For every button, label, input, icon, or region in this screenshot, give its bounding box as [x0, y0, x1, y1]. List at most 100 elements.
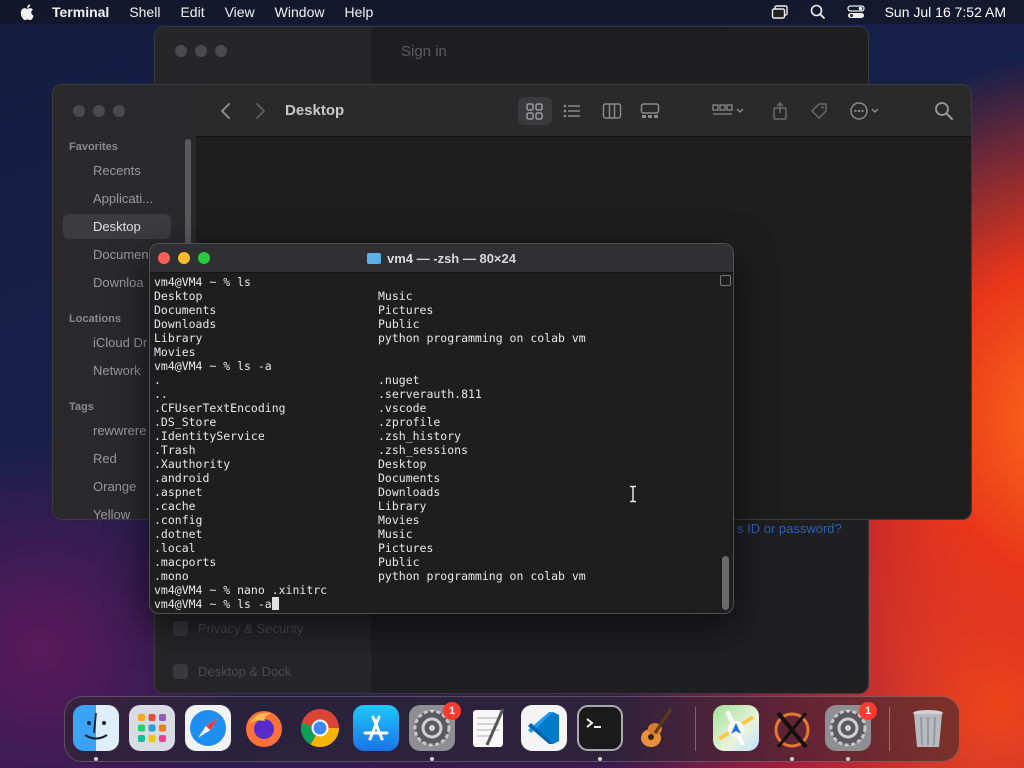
dock-running-indicator: [846, 757, 850, 761]
terminal-line: . .nuget: [154, 373, 719, 387]
dock-finder[interactable]: [73, 705, 119, 751]
settings-zoom-button[interactable]: [215, 45, 227, 57]
settings-row-desktop-dock[interactable]: Desktop & Dock: [173, 664, 291, 679]
dock-system-settings-2[interactable]: 1: [825, 702, 877, 751]
dock-chrome[interactable]: [297, 705, 343, 751]
screen-mirroring-icon[interactable]: [771, 4, 789, 20]
terminal-cursor: [271, 597, 279, 610]
terminal-line-column-2: .nuget: [378, 373, 420, 387]
terminal-icon: [586, 718, 601, 728]
tag-icon[interactable]: [809, 101, 829, 121]
sidebar-item-applications[interactable]: Applicati...: [93, 191, 153, 206]
sidebar-scrollbar[interactable]: [185, 139, 191, 259]
icon-view-icon[interactable]: [525, 101, 545, 121]
dock-running-indicator: [430, 757, 434, 761]
finder-zoom-button[interactable]: [113, 105, 125, 117]
dock-firefox[interactable]: [241, 705, 287, 751]
dock-xquartz[interactable]: [769, 705, 815, 751]
terminal-scroll-button[interactable]: [720, 275, 731, 286]
dock-textedit[interactable]: [465, 705, 511, 751]
sidebar-tag-rewwrere[interactable]: rewwrere: [93, 423, 146, 438]
terminal-line-text: .IdentityService: [154, 429, 265, 443]
terminal-line-column-2: python programming on colab vm: [378, 331, 586, 345]
terminal-line-text: .aspnet: [154, 485, 203, 499]
back-chevron-icon[interactable]: [216, 101, 236, 121]
dock-launchpad[interactable]: [129, 705, 175, 751]
terminal-line: .config Movies: [154, 513, 719, 527]
dock-trash[interactable]: [905, 705, 951, 751]
sidebar-tag-yellow[interactable]: Yellow: [93, 507, 130, 519]
apple-menu-icon[interactable]: [20, 4, 34, 20]
menu-view[interactable]: View: [225, 4, 255, 20]
menu-edit[interactable]: Edit: [180, 4, 204, 20]
settings-close-button[interactable]: [175, 45, 187, 57]
sidebar-item-desktop[interactable]: Desktop: [93, 219, 141, 234]
forgot-password-link[interactable]: s ID or password?: [737, 521, 842, 536]
terminal-line-column-2: .zsh_sessions: [378, 443, 469, 457]
terminal-line-text: .: [154, 373, 161, 387]
sidebar-item-downloads[interactable]: Downloa: [93, 275, 144, 290]
dock-app-store[interactable]: [353, 705, 399, 751]
control-center-icon[interactable]: [846, 4, 865, 20]
terminal-line-column-2: Music: [378, 289, 413, 303]
terminal-current-command: vm4@VM4 ~ % ls -a: [154, 597, 272, 611]
gallery-view-icon[interactable]: [640, 101, 660, 121]
sidebar-item-icloud[interactable]: iCloud Dr: [93, 335, 147, 350]
terminal-line-column-2: .vscode: [378, 401, 427, 415]
terminal-line: .DS_Store .zprofile: [154, 415, 719, 429]
settings-minimize-button[interactable]: [195, 45, 207, 57]
finder-minimize-button[interactable]: [93, 105, 105, 117]
terminal-scrollbar-thumb[interactable]: [722, 556, 729, 610]
terminal-line-text: ..: [154, 387, 168, 401]
terminal-line-text: .Trash: [154, 443, 196, 457]
column-view-icon[interactable]: [602, 101, 622, 121]
menu-window[interactable]: Window: [275, 4, 325, 20]
settings-signin-label[interactable]: Sign in: [401, 43, 447, 60]
terminal-line-text: .local: [154, 541, 196, 555]
settings-row-privacy[interactable]: Privacy & Security: [173, 621, 303, 636]
notification-badge: 1: [443, 702, 461, 720]
group-by-icon[interactable]: [712, 101, 746, 121]
share-icon[interactable]: [770, 101, 790, 121]
terminal-prompt-line[interactable]: vm4@VM4 ~ % ls -a: [154, 597, 719, 611]
sidebar-item-documents[interactable]: Documen: [93, 247, 149, 262]
forward-chevron-icon[interactable]: [250, 101, 270, 121]
terminal-line: .Trash .zsh_sessions: [154, 443, 719, 457]
finder-window-title: Desktop: [285, 102, 345, 119]
sidebar-header-favorites: Favorites: [69, 141, 118, 153]
terminal-output[interactable]: vm4@VM4 ~ % ls Desktop Music Documents Pictu…: [154, 275, 719, 611]
terminal-line-text: vm4@VM4 ~ % ls: [154, 275, 251, 289]
sidebar-item-recents[interactable]: Recents: [93, 163, 141, 178]
terminal-line-text: vm4@VM4 ~ % nano .xinitrc: [154, 583, 328, 597]
terminal-window[interactable]: vm4 — -zsh — 80×24 vm4@VM4 ~ % ls Desktop…: [149, 243, 734, 614]
finder-close-button[interactable]: [73, 105, 85, 117]
list-view-icon[interactable]: [562, 101, 582, 121]
dock-system-settings[interactable]: 1: [409, 702, 461, 751]
dock-terminal[interactable]: [577, 705, 623, 751]
dock-safari[interactable]: [185, 705, 231, 751]
terminal-line-text: .cache: [154, 499, 196, 513]
sidebar-item-network[interactable]: Network: [93, 363, 141, 378]
sidebar-tag-orange[interactable]: Orange: [93, 479, 136, 494]
dock-running-indicator: [598, 757, 602, 761]
menu-help[interactable]: Help: [344, 4, 373, 20]
menu-app-name[interactable]: Terminal: [52, 4, 109, 20]
terminal-line: vm4@VM4 ~ % nano .xinitrc: [154, 583, 719, 597]
terminal-line: Downloads Public: [154, 317, 719, 331]
terminal-line-text: .config: [154, 513, 203, 527]
dock-maps[interactable]: [713, 705, 759, 751]
spotlight-search-icon[interactable]: [809, 4, 827, 20]
terminal-titlebar[interactable]: vm4 — -zsh — 80×24: [150, 244, 733, 273]
dock-vscode[interactable]: [521, 705, 567, 751]
menu-shell[interactable]: Shell: [129, 4, 160, 20]
dock-running-indicator: [94, 757, 98, 761]
terminal-line-text: Downloads: [154, 317, 217, 331]
menu-clock[interactable]: Sun Jul 16 7:52 AM: [885, 4, 1006, 20]
more-actions-icon[interactable]: [850, 101, 884, 121]
dock-garageband[interactable]: [633, 705, 679, 751]
terminal-line: .dotnet Music: [154, 527, 719, 541]
terminal-line: .CFUserTextEncoding .vscode: [154, 401, 719, 415]
safari-icon: [190, 710, 226, 746]
search-icon[interactable]: [934, 101, 954, 121]
sidebar-tag-red[interactable]: Red: [93, 451, 117, 466]
